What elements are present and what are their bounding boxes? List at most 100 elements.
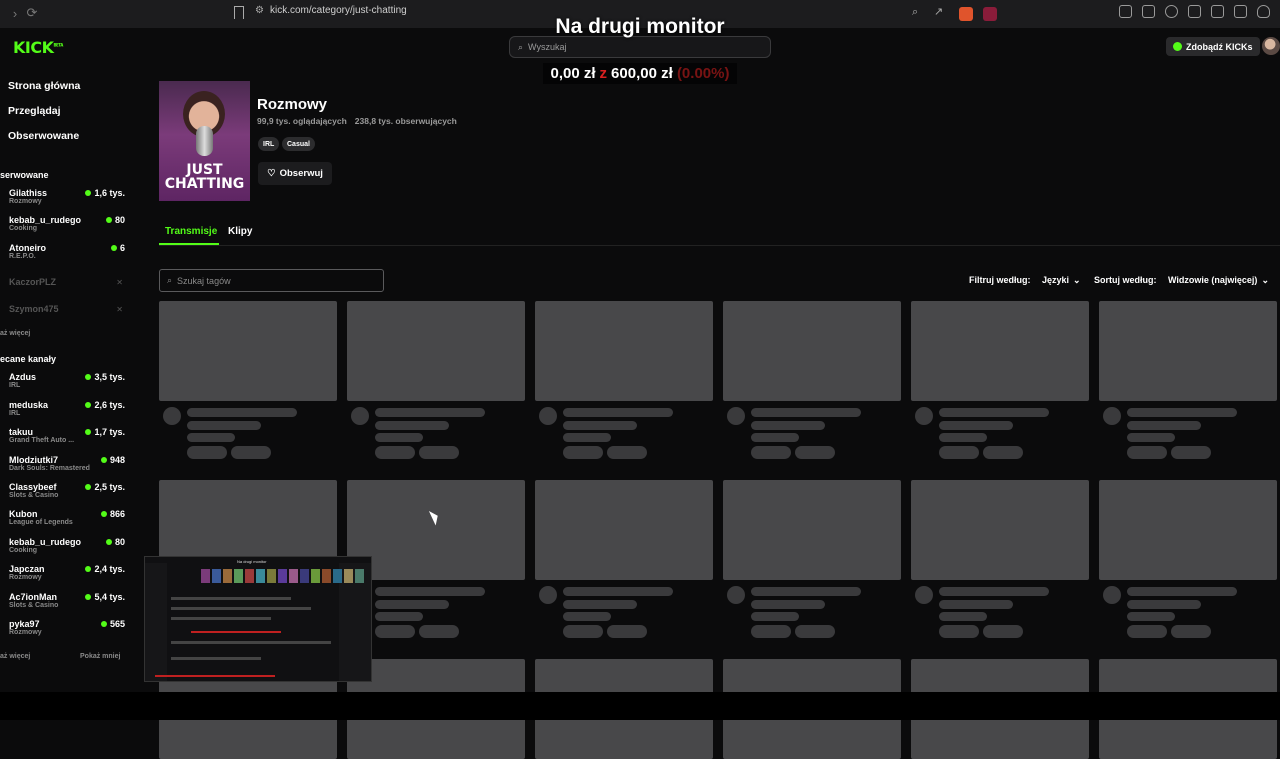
followed-channel[interactable]: kebab_u_rudego Cooking 80 (9, 215, 125, 232)
text-placeholder (375, 408, 485, 417)
recommended-channel[interactable]: Azdus IRL 3,5 tys. (9, 372, 125, 389)
live-indicator (85, 402, 92, 408)
recommended-channel[interactable]: meduska IRL 2,6 tys. (9, 400, 125, 417)
tag-casual[interactable]: Casual (282, 137, 315, 151)
brave-shield-icon[interactable] (959, 7, 973, 21)
site-settings-icon[interactable]: ⚙ (255, 5, 264, 16)
text-placeholder (375, 433, 423, 442)
reload-icon[interactable]: ⟳ (21, 5, 43, 21)
wallet-icon[interactable] (1211, 5, 1224, 18)
text-placeholder (751, 600, 825, 609)
share-icon[interactable]: ↗ (934, 5, 943, 18)
extensions-icon[interactable] (1119, 5, 1132, 18)
viewer-count-text: 5,4 tys. (94, 592, 125, 602)
follow-button[interactable]: ♡ Obserwuj (258, 162, 332, 185)
rewards-icon[interactable] (983, 7, 997, 21)
show-more-followed[interactable]: aż więcej (0, 330, 30, 337)
recommended-channel[interactable]: Japczan Rozmowy 2,4 tys. (9, 564, 125, 581)
kick-logo[interactable]: KICKBETA (13, 38, 63, 57)
tab-streams[interactable]: Transmisje (165, 226, 217, 237)
sidebar-item-browse[interactable]: Przeglądaj (8, 105, 61, 117)
text-placeholder (939, 421, 1013, 430)
tag-placeholder (983, 625, 1023, 638)
viewer-count-text: 3,5 tys. (94, 372, 125, 382)
offline-channel[interactable]: Szymon475 ✕ (9, 304, 125, 314)
viewer-count-text: 2,5 tys. (94, 482, 125, 492)
tag-irl[interactable]: IRL (258, 137, 280, 151)
avatar-placeholder (915, 586, 933, 604)
music-icon[interactable] (1165, 5, 1178, 18)
followed-section-title: serwowane (0, 170, 49, 180)
tag-placeholder (563, 625, 603, 638)
followed-channel[interactable]: Atoneiro R.E.P.O. 6 (9, 243, 125, 260)
channel-category: Cooking (9, 547, 37, 554)
sidebar-item-home[interactable]: Strona główna (8, 80, 80, 92)
stream-card-skeleton[interactable] (911, 301, 1089, 459)
live-indicator (85, 594, 92, 600)
text-placeholder (187, 433, 235, 442)
avatar-placeholder (351, 407, 369, 425)
viewer-count: 80 (105, 215, 125, 225)
zoom-icon[interactable]: ⌕ (912, 6, 918, 19)
stream-card-skeleton[interactable] (159, 301, 337, 459)
tag-search-input[interactable]: ⌕ Szukaj tagów (159, 269, 384, 292)
show-more-recommended[interactable]: aż więcej (0, 653, 30, 660)
tab-clips[interactable]: Klipy (228, 226, 252, 237)
stream-card-skeleton[interactable] (535, 301, 713, 459)
tag-placeholder (419, 446, 459, 459)
leo-ai-icon[interactable] (1234, 5, 1247, 18)
offline-channel[interactable]: KaczorPLZ ✕ (9, 277, 125, 287)
language-filter-dropdown[interactable]: Języki ⌄ (1042, 275, 1081, 286)
sidebar-icon[interactable] (1188, 5, 1201, 18)
goal-target: 600,00 zł (611, 65, 673, 82)
viewer-count-text: 6 (119, 243, 125, 253)
stream-card-skeleton[interactable] (911, 480, 1089, 638)
mini-row (171, 641, 331, 644)
stream-card-skeleton[interactable] (347, 301, 525, 459)
category-stats: 99,9 tys. oglądających 238,8 tys. obserw… (257, 116, 457, 126)
channel-category: Slots & Casino (9, 492, 59, 499)
logo-text: KICK (13, 38, 54, 57)
recommended-channel[interactable]: Classybeef Slots & Casino 2,5 tys. (9, 482, 125, 499)
avatar[interactable] (1262, 37, 1280, 55)
stream-card-skeleton[interactable] (347, 480, 525, 638)
tag-placeholder (419, 625, 459, 638)
recommended-channel[interactable]: Kubon League of Legends 866 (9, 509, 125, 526)
viewer-count: 866 (100, 509, 125, 519)
address-bar[interactable]: ⚙ kick.com/category/just-chatting (255, 5, 407, 16)
sort-dropdown[interactable]: Widzowie (najwięcej) ⌄ (1168, 275, 1269, 286)
followers-count: 238,8 tys. obserwujących (354, 116, 457, 126)
stream-card-skeleton[interactable] (535, 480, 713, 638)
stream-card-skeleton[interactable] (1099, 480, 1277, 638)
recommended-channel[interactable]: pyka97 Rozmowy 565 (9, 619, 125, 636)
viewer-count: 2,4 tys. (85, 564, 125, 574)
bookmark-icon[interactable] (234, 6, 244, 19)
get-kicks-button[interactable]: Zdobądź KICKs (1166, 37, 1260, 56)
live-indicator (85, 566, 92, 572)
tag-search-placeholder: Szukaj tagów (177, 275, 231, 286)
tag-placeholder (607, 446, 647, 459)
sidebar-item-following[interactable]: Obserwowane (8, 130, 79, 142)
recommended-channel[interactable]: takuu Grand Theft Auto ... 1,7 tys. (9, 427, 125, 444)
viewer-count-text: 80 (114, 537, 125, 547)
thumbnail-placeholder (347, 480, 525, 580)
live-indicator (100, 621, 107, 627)
stream-card-skeleton[interactable] (723, 480, 901, 638)
viewer-count: 1,7 tys. (85, 427, 125, 437)
category-cover-image: JUST CHATTING (159, 81, 250, 201)
reading-list-icon[interactable] (1142, 5, 1155, 18)
stream-card-skeleton[interactable] (1099, 301, 1277, 459)
channel-category: IRL (9, 410, 21, 417)
tag-placeholder (1171, 625, 1211, 638)
tag-placeholder (1127, 625, 1167, 638)
vpn-icon[interactable] (1257, 5, 1270, 18)
offline-icon: ✕ (116, 278, 123, 287)
show-less-button[interactable]: Pokaż mniej (80, 653, 120, 660)
tag-placeholder (563, 446, 603, 459)
screen-bottom-bar (0, 692, 1280, 720)
recommended-channel[interactable]: Ac7ionMan Slots & Casino 5,4 tys. (9, 592, 125, 609)
followed-channel[interactable]: Gilathiss Rozmowy 1,6 tys. (9, 188, 125, 205)
recommended-channel[interactable]: kebab_u_rudego Cooking 80 (9, 537, 125, 554)
stream-card-skeleton[interactable] (723, 301, 901, 459)
recommended-channel[interactable]: Mlodziutki7 Dark Souls: Remastered 948 (9, 455, 125, 472)
